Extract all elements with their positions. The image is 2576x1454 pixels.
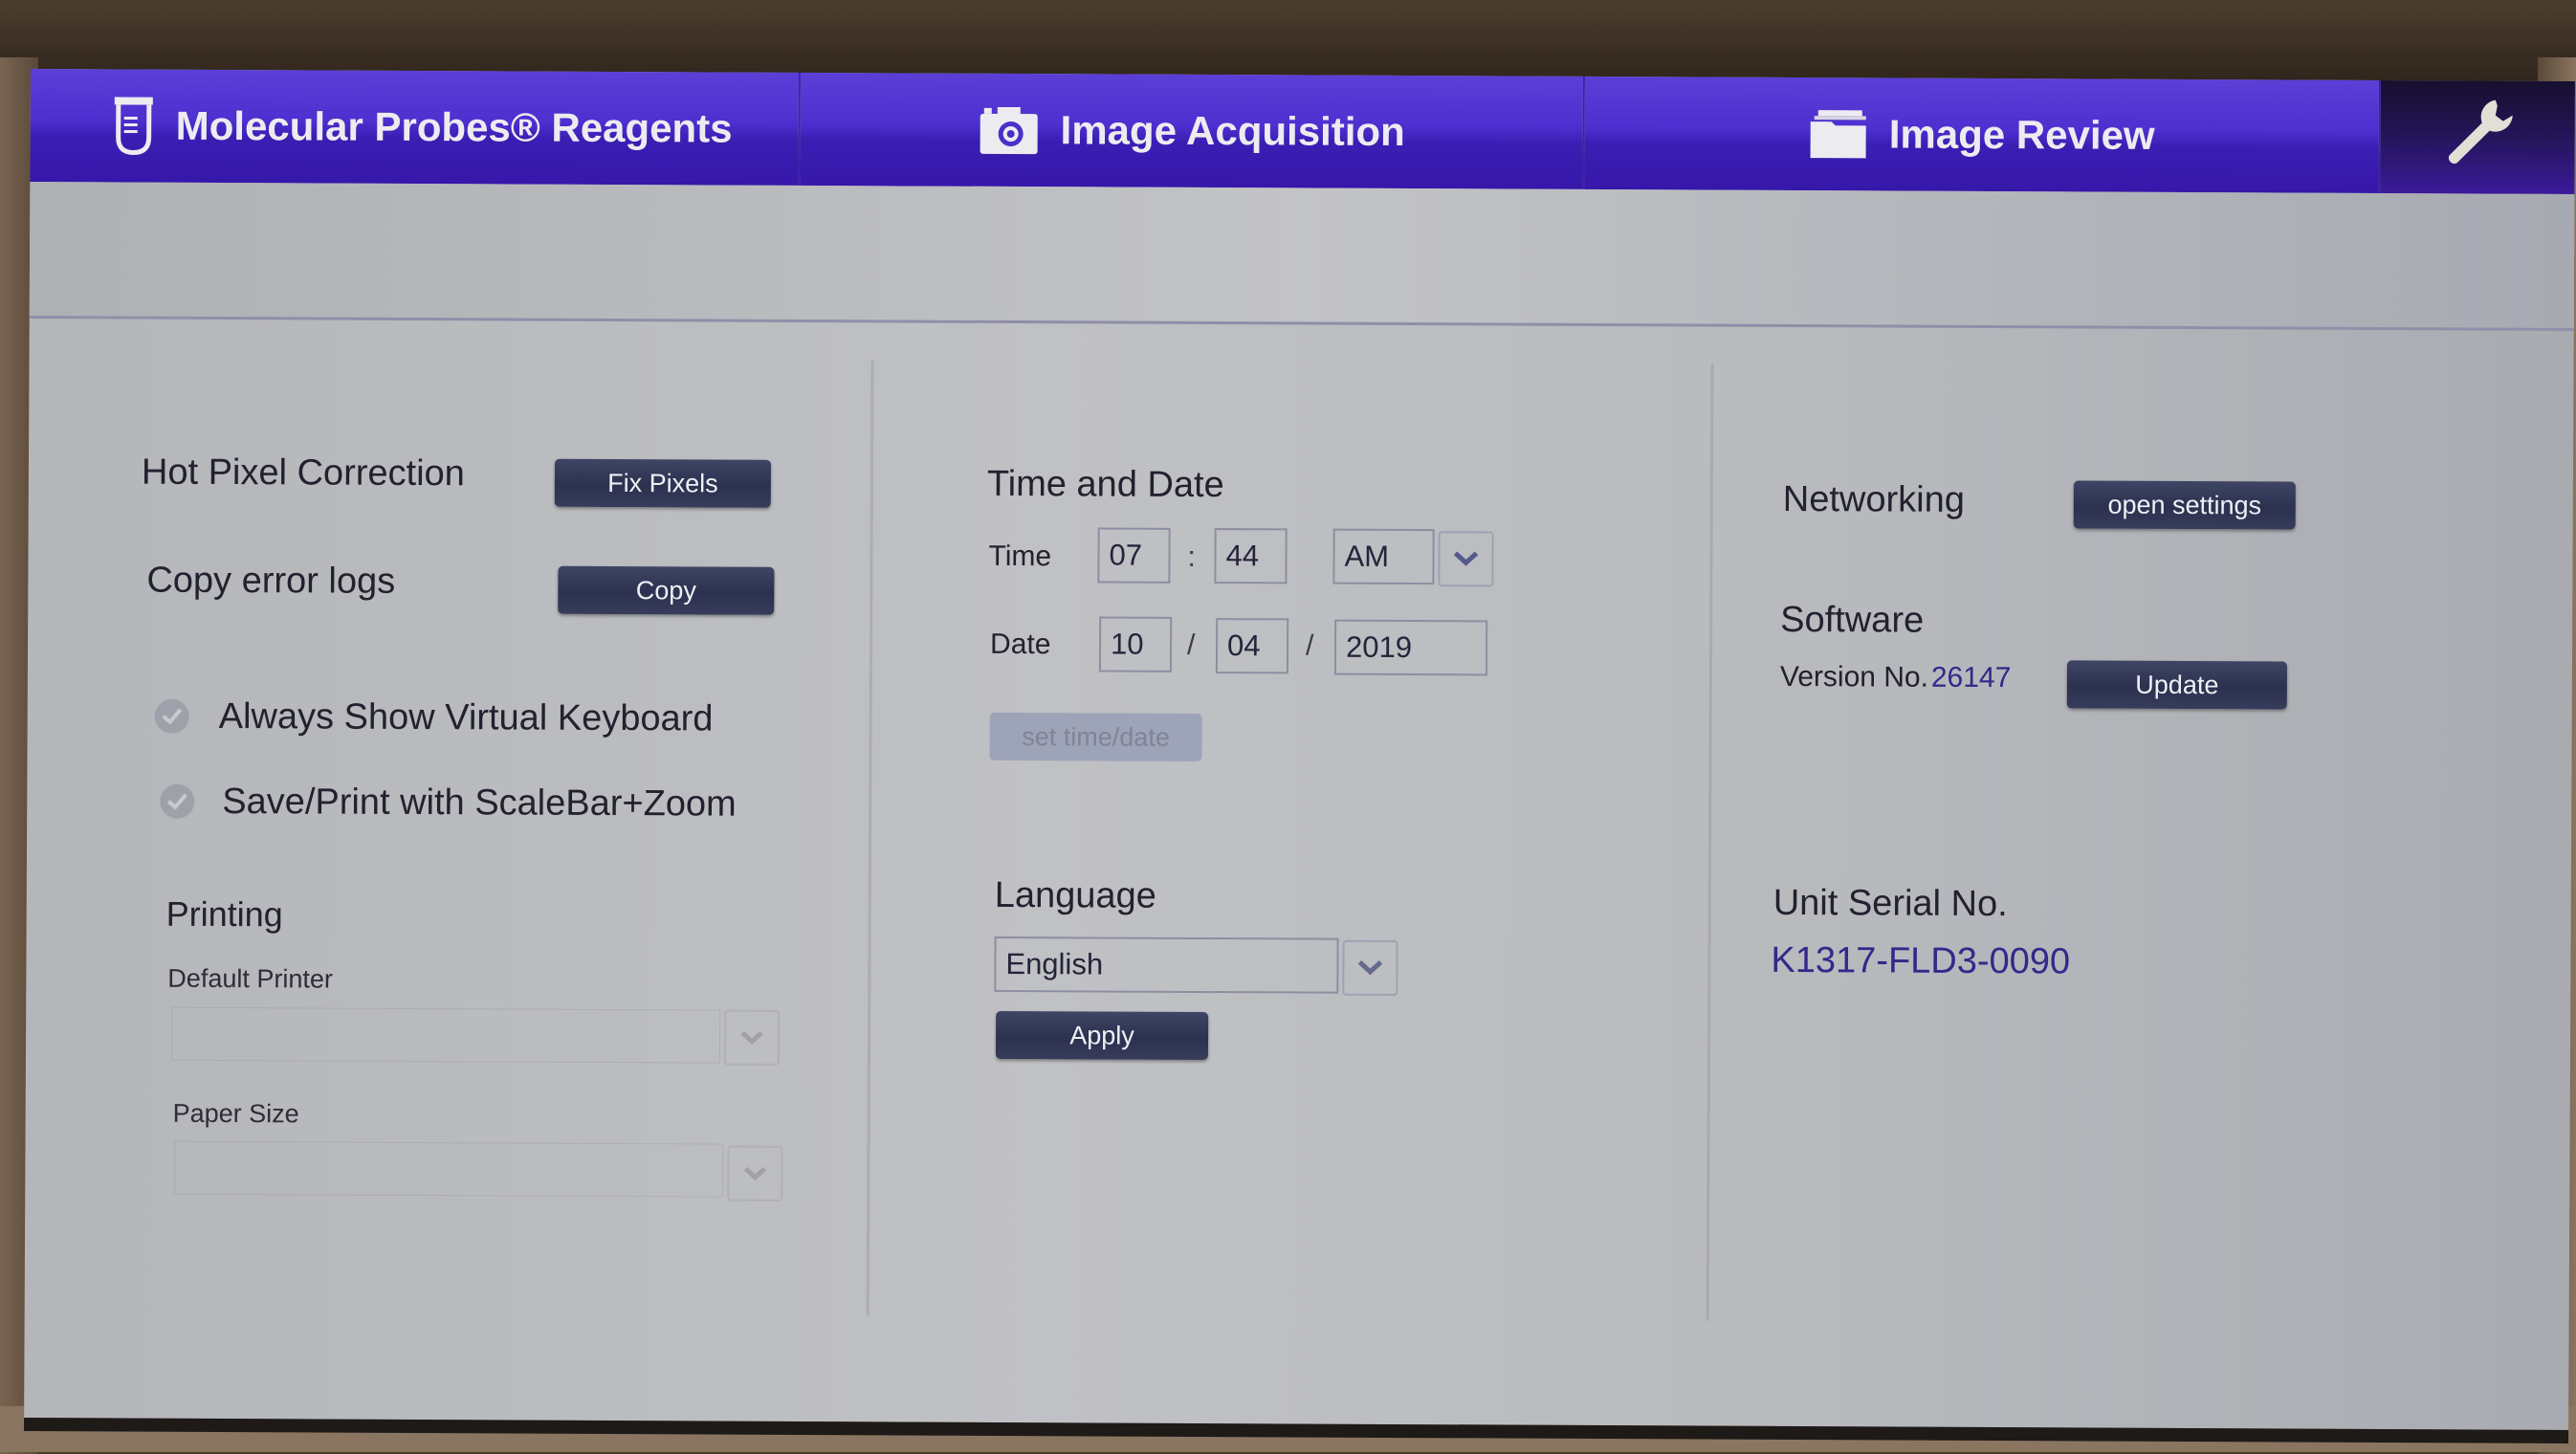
chevron-down-icon — [739, 1030, 764, 1046]
column-divider — [867, 360, 874, 1316]
date-label: Date — [990, 628, 1051, 661]
year-input[interactable]: 2019 — [1334, 620, 1487, 676]
check-icon — [165, 792, 188, 811]
copy-logs-button[interactable]: Copy — [558, 566, 774, 615]
tab-image-acquisition[interactable]: Image Acquisition — [800, 73, 1585, 189]
day-input[interactable]: 04 — [1216, 618, 1288, 673]
networking-label: Networking — [1783, 479, 1965, 521]
date-separator: / — [1306, 630, 1314, 663]
ampm-dropdown-button[interactable] — [1438, 531, 1493, 586]
set-time-date-button[interactable]: set time/date — [989, 713, 1201, 761]
tab-tools-settings[interactable] — [2380, 80, 2575, 194]
tab-image-acquisition-label: Image Acquisition — [1060, 107, 1404, 155]
chevron-down-icon — [742, 1166, 767, 1181]
camera-icon — [978, 104, 1039, 156]
check-icon — [161, 707, 184, 726]
settings-screen: Molecular Probes® Reagents Image Acquisi… — [24, 69, 2575, 1443]
software-title: Software — [1780, 600, 1924, 642]
default-printer-select[interactable] — [171, 1007, 720, 1064]
update-button[interactable]: Update — [2067, 660, 2287, 709]
tab-image-review[interactable]: Image Review — [1584, 77, 2381, 193]
version-label: Version No. — [1780, 661, 1928, 694]
chevron-down-icon — [1356, 959, 1383, 977]
copy-error-logs-label: Copy error logs — [146, 561, 395, 603]
chevron-down-icon — [1452, 550, 1479, 567]
time-date-title: Time and Date — [987, 464, 1224, 506]
default-printer-label: Default Printer — [167, 964, 333, 995]
fix-pixels-button[interactable]: Fix Pixels — [555, 459, 771, 508]
hour-input[interactable]: 07 — [1097, 527, 1170, 583]
apply-language-button[interactable]: Apply — [996, 1011, 1208, 1060]
scalebar-zoom-label: Save/Print with ScaleBar+Zoom — [222, 782, 737, 826]
top-nav: Molecular Probes® Reagents Image Acquisi… — [30, 69, 2575, 194]
minute-input[interactable]: 44 — [1214, 528, 1287, 584]
virtual-keyboard-label: Always Show Virtual Keyboard — [219, 696, 714, 740]
ampm-select[interactable]: AM — [1332, 529, 1434, 585]
hot-pixel-label: Hot Pixel Correction — [142, 452, 465, 496]
reagent-tube-icon — [113, 95, 155, 156]
date-separator: / — [1187, 629, 1196, 662]
wrench-icon — [2439, 94, 2516, 180]
default-printer-dropdown-button[interactable] — [724, 1010, 780, 1066]
serial-value: K1317-FLD3-0090 — [1771, 940, 2070, 983]
paper-size-select[interactable] — [174, 1141, 723, 1198]
time-label: Time — [988, 540, 1051, 573]
language-dropdown-button[interactable] — [1342, 940, 1398, 996]
tab-image-review-label: Image Review — [1889, 111, 2155, 158]
tab-reagents[interactable]: Molecular Probes® Reagents — [30, 69, 801, 186]
column-divider — [1706, 364, 1714, 1321]
time-separator: : — [1187, 541, 1196, 574]
scalebar-zoom-checkbox[interactable] — [157, 782, 197, 822]
folder-icon — [1809, 108, 1868, 160]
virtual-keyboard-checkbox[interactable] — [152, 696, 192, 737]
serial-label: Unit Serial No. — [1773, 883, 2008, 925]
tab-reagents-label: Molecular Probes® Reagents — [176, 103, 733, 152]
month-input[interactable]: 10 — [1099, 616, 1172, 672]
version-value: 26147 — [1931, 662, 2012, 694]
printing-title: Printing — [166, 894, 283, 936]
language-select[interactable]: English — [994, 936, 1338, 994]
open-settings-button[interactable]: open settings — [2074, 480, 2296, 529]
paper-size-label: Paper Size — [173, 1099, 299, 1130]
paper-size-dropdown-button[interactable] — [727, 1146, 782, 1201]
language-title: Language — [995, 875, 1156, 917]
sub-header-bar — [30, 182, 2575, 331]
